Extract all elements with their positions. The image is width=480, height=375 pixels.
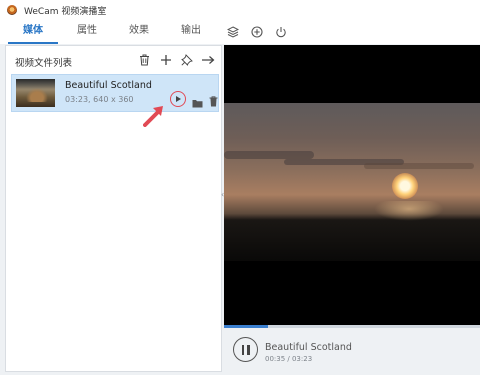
app-title: WeCam 视频演播室: [24, 6, 107, 17]
app-logo-icon: [7, 5, 17, 15]
tab-media[interactable]: 媒体: [8, 20, 58, 42]
tab-effects[interactable]: 效果: [114, 20, 164, 42]
video-thumbnail: [16, 79, 55, 107]
title-bar: WeCam 视频演播室: [0, 0, 480, 20]
tab-properties[interactable]: 属性: [62, 20, 112, 42]
water-glare-shape: [374, 201, 444, 221]
pause-button[interactable]: [233, 337, 258, 362]
play-icon[interactable]: [170, 91, 186, 107]
trash-icon[interactable]: [209, 92, 218, 111]
arrow-right-icon[interactable]: [200, 52, 215, 67]
trash-icon[interactable]: [137, 52, 152, 67]
cloud-shape: [364, 163, 474, 169]
pause-bar-right: [247, 344, 250, 355]
power-icon[interactable]: [274, 25, 288, 39]
folder-icon[interactable]: [192, 93, 203, 112]
now-playing-title: Beautiful Scotland: [265, 342, 352, 353]
playback-time: 00:35 / 03:23: [265, 355, 313, 363]
video-frame-image: [224, 103, 480, 261]
pause-bar-left: [241, 344, 244, 355]
player-controls: Beautiful Scotland 00:35 / 03:23: [224, 328, 480, 375]
layers-icon[interactable]: [226, 25, 240, 39]
top-tab-bar: 媒体 属性 效果 输出: [0, 20, 480, 44]
sun-shape: [392, 173, 418, 199]
video-name: Beautiful Scotland: [65, 80, 152, 91]
annotation-arrow-icon: [143, 103, 167, 131]
tab-output[interactable]: 输出: [166, 20, 216, 42]
active-tab-indicator: [8, 42, 58, 44]
add-icon[interactable]: [158, 52, 173, 67]
video-list-panel: 视频文件列表 Beautiful Scotland 03:23, 640 x 3…: [5, 45, 222, 372]
list-toolbar: [137, 52, 215, 67]
video-meta: 03:23, 640 x 360: [65, 95, 134, 104]
add-circle-icon[interactable]: [250, 25, 264, 39]
video-list-item[interactable]: Beautiful Scotland 03:23, 640 x 360: [11, 74, 219, 112]
app-window: WeCam 视频演播室 媒体 属性 效果 输出 视频文件列表 Beautiful…: [0, 0, 480, 375]
video-list-title: 视频文件列表: [15, 58, 73, 69]
cloud-shape: [224, 151, 314, 159]
pin-icon[interactable]: [179, 52, 194, 67]
